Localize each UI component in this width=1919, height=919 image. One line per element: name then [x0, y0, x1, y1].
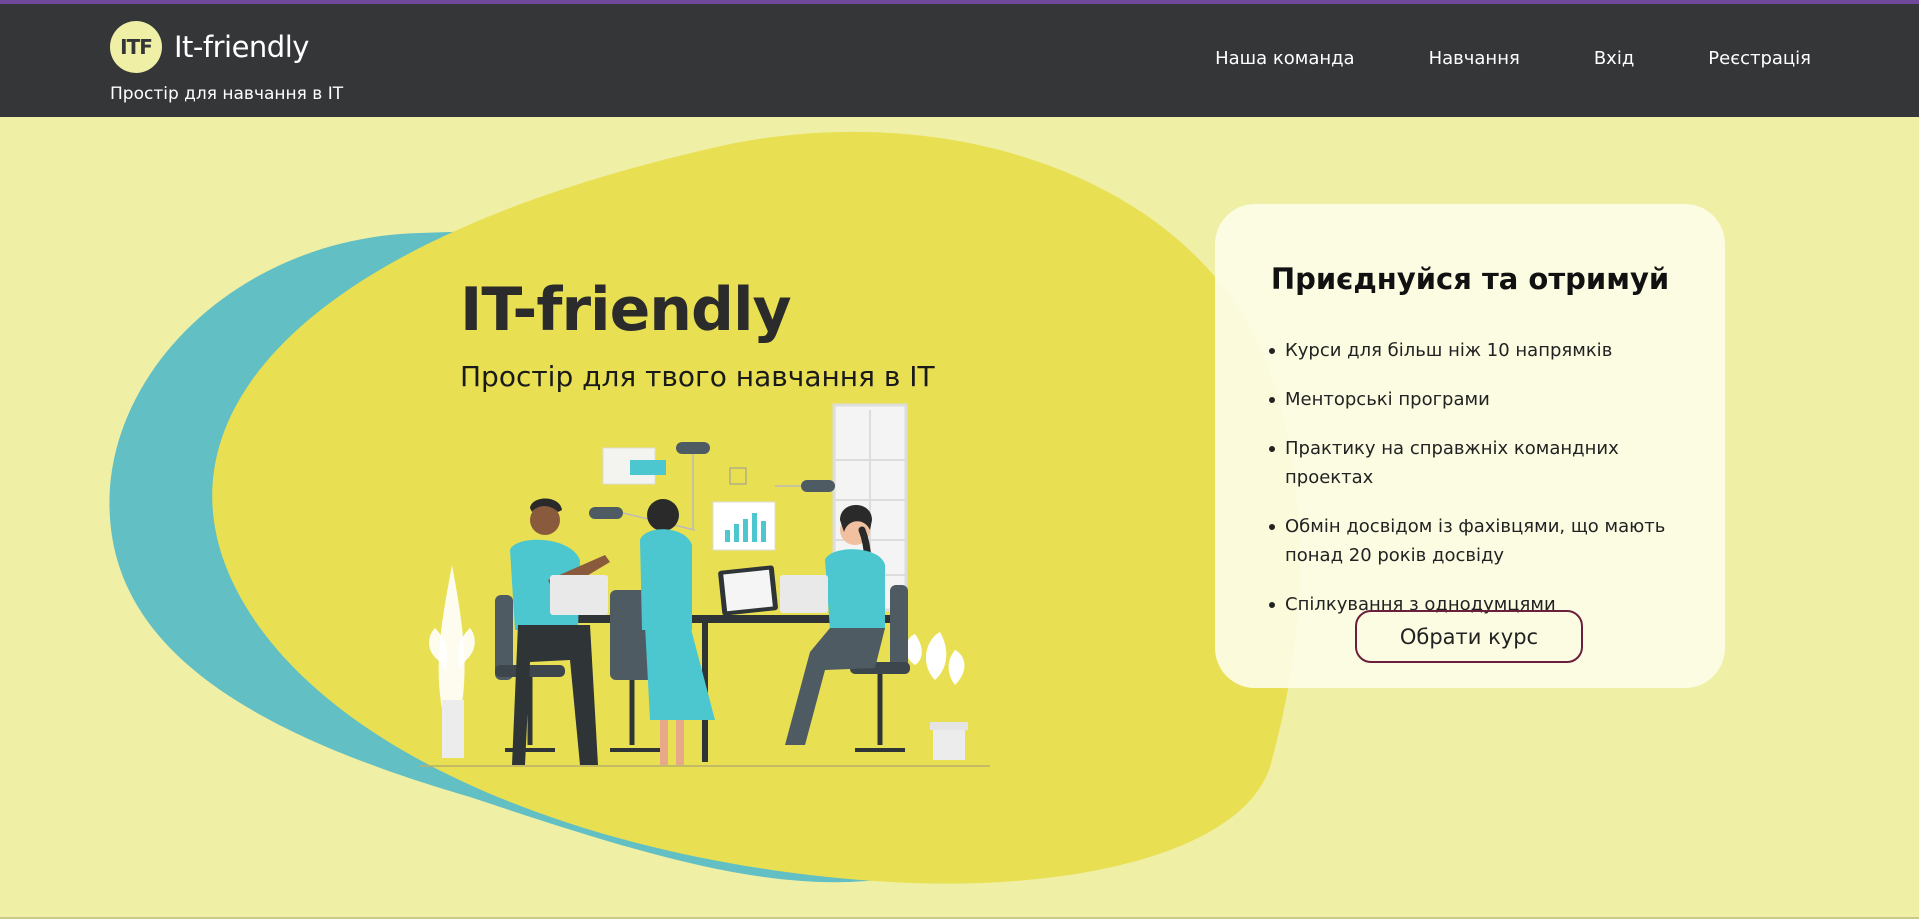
- choose-course-button[interactable]: Обрати курс: [1355, 610, 1583, 663]
- list-item: Менторські програми: [1269, 385, 1710, 414]
- nav-link-login[interactable]: Вхід: [1594, 48, 1634, 69]
- benefits-list: Курси для більш ніж 10 напрямків Менторс…: [1269, 336, 1710, 639]
- nav-link-learning[interactable]: Навчання: [1429, 48, 1520, 69]
- nav-link-register[interactable]: Реєстрація: [1708, 48, 1811, 69]
- brand[interactable]: ITF It-friendly Простір для навчання в І…: [110, 21, 343, 104]
- benefits-title: Приєднуйся та отримуй: [1270, 262, 1670, 296]
- site-header: ITF It-friendly Простір для навчання в І…: [0, 4, 1919, 117]
- brand-name[interactable]: It-friendly: [174, 30, 309, 64]
- hero-title: IT-friendly: [460, 275, 792, 345]
- list-item: Практику на справжніх командних проектах: [1269, 434, 1710, 492]
- list-item: Курси для більш ніж 10 напрямків: [1269, 336, 1710, 365]
- list-item: Обмін досвідом із фахівцями, що мають по…: [1269, 512, 1710, 570]
- brand-tagline: Простір для навчання в ІТ: [110, 84, 344, 104]
- team-working-illustration: [420, 403, 990, 767]
- benefits-card: Приєднуйся та отримуй Курси для більш ні…: [1215, 204, 1725, 688]
- nav-link-team[interactable]: Наша команда: [1215, 48, 1355, 69]
- hero-subtitle: Простір для твого навчання в ІТ: [460, 360, 935, 393]
- main-nav: Наша команда Навчання Вхід Реєстрація: [1141, 48, 1811, 69]
- logo-badge[interactable]: ITF: [110, 21, 162, 73]
